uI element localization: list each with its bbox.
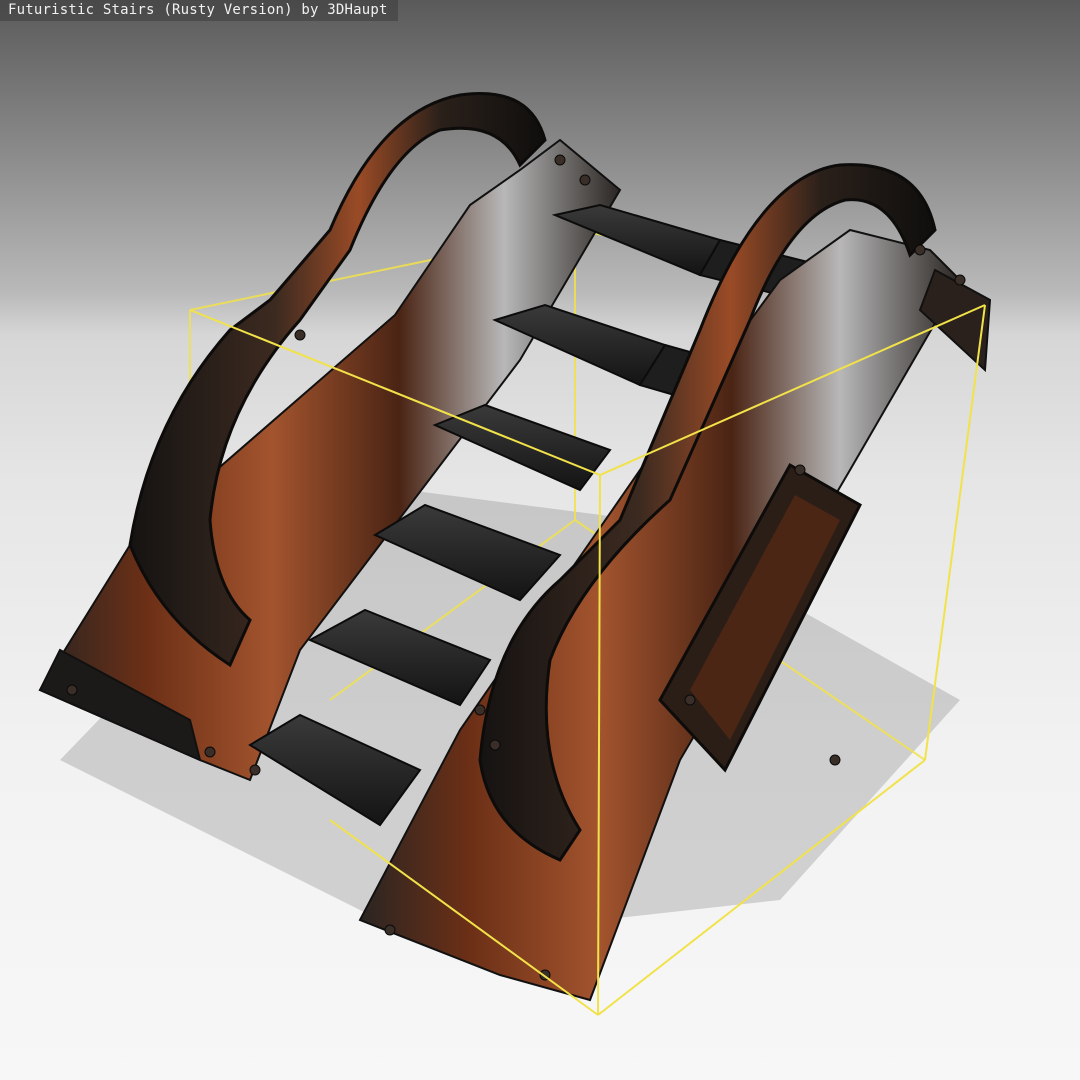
- stairs-3d-render: [38, 92, 992, 1016]
- model-title: Futuristic Stairs (Rusty Version) by 3DH…: [8, 2, 388, 18]
- model-viewport[interactable]: Futuristic Stairs (Rusty Version) by 3DH…: [0, 0, 1080, 1080]
- title-overlay: Futuristic Stairs (Rusty Version) by 3DH…: [0, 0, 398, 21]
